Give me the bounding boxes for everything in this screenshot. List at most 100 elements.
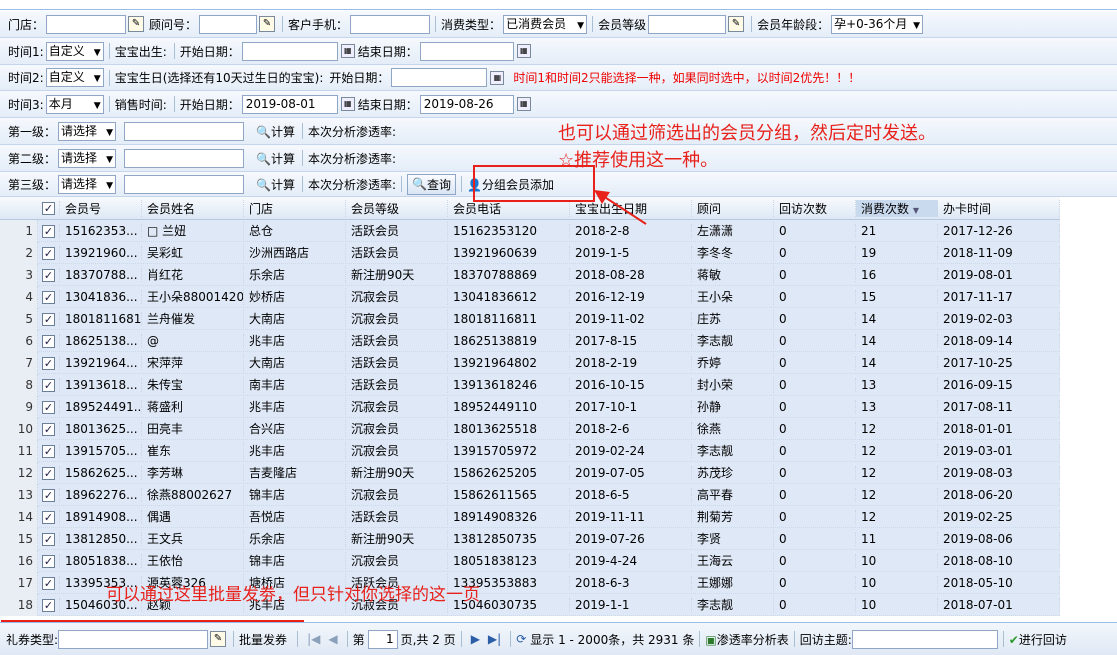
store-input[interactable] <box>46 14 127 34</box>
row-checkbox[interactable]: ✓ <box>38 597 60 612</box>
col-level[interactable]: 会员等级 <box>346 199 448 217</box>
calendar-icon[interactable]: ▦ <box>340 44 355 58</box>
row-checkbox[interactable]: ✓ <box>38 465 60 480</box>
table-cell: 孙静 <box>692 398 774 415</box>
col-consume-count[interactable]: 消费次数 ▼ <box>856 199 938 217</box>
consultant-picker-icon[interactable]: ✎ <box>259 16 276 32</box>
time3-end-input[interactable]: 2019-08-26 <box>419 94 514 114</box>
table-row[interactable]: 4 ✓ 13041836... 王小朵88001420 妙桥店 沉寂会员 130418366… <box>0 285 1060 308</box>
table-cell: 沉寂会员 <box>346 420 448 437</box>
table-cell: 2018-06-20 <box>938 487 1060 502</box>
calendar-icon[interactable]: ▦ <box>516 97 531 111</box>
table-cell: 0 <box>774 487 856 502</box>
analysis-button[interactable]: ▣渗透率分析表 <box>705 631 788 648</box>
time1-end-input[interactable] <box>419 41 514 61</box>
select-all-checkbox[interactable]: ✓ <box>38 201 60 215</box>
table-cell: 2017-10-1 <box>570 399 692 414</box>
table-cell: 16 <box>856 267 938 282</box>
calendar-icon[interactable]: ▦ <box>340 97 355 111</box>
row-checkbox[interactable]: ✓ <box>38 267 60 282</box>
table-row[interactable]: 13 ✓ 18962276... 徐燕88002627 锦丰店 沉寂会员 158626115… <box>0 483 1060 506</box>
row-checkbox[interactable]: ✓ <box>38 245 60 260</box>
table-row[interactable]: 9 ✓ 189524491... 蒋盛利 兆丰店 沉寂会员 18952449110 2017-… <box>0 395 1060 418</box>
time1-start-input[interactable] <box>241 41 338 61</box>
row-checkbox[interactable]: ✓ <box>38 223 60 238</box>
row-checkbox[interactable]: ✓ <box>38 575 60 590</box>
row-checkbox[interactable]: ✓ <box>38 399 60 414</box>
age-select[interactable]: 孕+0-36个月 ▼ <box>831 14 924 34</box>
table-row[interactable]: 3 ✓ 18370788... 肖红花 乐余店 新注册90天 18370788869 2018… <box>0 263 1060 286</box>
row-checkbox[interactable]: ✓ <box>38 355 60 370</box>
table-row[interactable]: 6 ✓ 18625138... @ 兆丰店 活跃会员 18625138819 2017-8-1… <box>0 329 1060 352</box>
coupon-type-input[interactable] <box>58 629 209 649</box>
row-checkbox[interactable]: ✓ <box>38 509 60 524</box>
time3-field-label: 销售时间: <box>114 97 167 112</box>
col-consultant[interactable]: 顾问 <box>692 199 774 217</box>
level1-rate-label: 本次分析渗透率: <box>307 124 397 139</box>
row-checkbox[interactable]: ✓ <box>38 531 60 546</box>
row-checkbox[interactable]: ✓ <box>38 289 60 304</box>
level3-calc-button[interactable]: 🔍计算 <box>256 176 295 193</box>
col-store[interactable]: 门店 <box>244 199 346 217</box>
visit-button[interactable]: ✔进行回访 <box>1009 631 1067 648</box>
time3-start-input[interactable]: 2019-08-01 <box>241 94 338 114</box>
col-phone[interactable]: 会员电话 <box>448 199 570 217</box>
level1-input[interactable] <box>124 121 245 141</box>
coupon-picker-icon[interactable]: ✎ <box>210 631 227 647</box>
time2-start-input[interactable] <box>391 68 488 87</box>
topic-input[interactable] <box>851 629 998 649</box>
next-page-icon[interactable]: ▶ <box>471 632 480 646</box>
table-row[interactable]: 14 ✓ 18914908... 偶遇 吾悦店 活跃会员 18914908326 2019-1… <box>0 505 1060 528</box>
query-button[interactable]: 🔍 查询 <box>407 173 456 195</box>
batch-issue-button[interactable]: 批量发券 <box>239 631 287 648</box>
level-input[interactable] <box>648 14 727 34</box>
row-checkbox[interactable]: ✓ <box>38 377 60 392</box>
table-row[interactable]: 1 ✓ 15162353... □ 兰妞 总仓 活跃会员 15162353120 2018-2… <box>0 219 1060 242</box>
table-row[interactable]: 15 ✓ 13812850... 王文兵 乐余店 新注册90天 13812850735 201… <box>0 527 1060 550</box>
calendar-icon[interactable]: ▦ <box>490 70 505 85</box>
level1-calc-button[interactable]: 🔍计算 <box>256 123 295 140</box>
table-row[interactable]: 2 ✓ 13921960... 吴彩虹 沙洲西路店 活跃会员 13921960639 2019… <box>0 241 1060 264</box>
row-checkbox[interactable]: ✓ <box>38 553 60 568</box>
consultant-input[interactable] <box>199 14 258 34</box>
col-member-name[interactable]: 会员姓名 <box>142 199 244 217</box>
level3-input[interactable] <box>124 174 245 194</box>
row-checkbox[interactable]: ✓ <box>38 421 60 436</box>
table-row[interactable]: 12 ✓ 15862625... 李芳琳 吉麦隆店 新注册90天 15862625205 20… <box>0 461 1060 484</box>
table-cell: □ 兰妞 <box>142 222 244 239</box>
table-row[interactable]: 11 ✓ 13915705... 崔东 兆丰店 沉寂会员 13915705972 2019-0… <box>0 439 1060 462</box>
time3-mode-select[interactable]: 本月 ▼ <box>45 94 104 114</box>
table-row[interactable]: 5 ✓ 18018116811 兰舟催发 大南店 沉寂会员 18018116811 2019-… <box>0 307 1060 330</box>
col-card-date[interactable]: 办卡时间 <box>938 199 1060 217</box>
level-picker-icon[interactable]: ✎ <box>728 16 745 32</box>
refresh-icon[interactable]: ⟳ <box>516 632 526 646</box>
table-row[interactable]: 16 ✓ 18051838... 王依怡 锦丰店 沉寂会员 18051838123 2019-… <box>0 549 1060 572</box>
col-visit-count[interactable]: 回访次数 <box>774 199 856 217</box>
time1-mode-select[interactable]: 自定义 ▼ <box>45 41 104 61</box>
divider <box>1002 631 1004 647</box>
level2-input[interactable] <box>124 148 245 168</box>
row-checkbox[interactable]: ✓ <box>38 311 60 326</box>
row-checkbox[interactable]: ✓ <box>38 443 60 458</box>
prev-page-icon[interactable]: ◀ <box>328 632 337 646</box>
divider <box>592 16 594 32</box>
table-cell: 18051838... <box>60 553 142 568</box>
calendar-icon[interactable]: ▦ <box>516 44 531 58</box>
last-page-icon[interactable]: ▶| <box>488 632 501 646</box>
time2-mode-select[interactable]: 自定义 ▼ <box>45 68 104 87</box>
level3-select[interactable]: 请选择 ▼ <box>58 174 117 194</box>
level2-calc-button[interactable]: 🔍计算 <box>256 150 295 167</box>
col-member-no[interactable]: 会员号 <box>60 199 142 217</box>
level1-select[interactable]: 请选择 ▼ <box>58 121 117 141</box>
store-picker-icon[interactable]: ✎ <box>128 16 145 32</box>
table-row[interactable]: 8 ✓ 13913618... 朱传宝 南丰店 活跃会员 13913618246 2016-1… <box>0 373 1060 396</box>
consume-type-select[interactable]: 已消费会员 ▼ <box>503 14 588 34</box>
row-checkbox[interactable]: ✓ <box>38 487 60 502</box>
first-page-icon[interactable]: |◀ <box>307 632 320 646</box>
row-checkbox[interactable]: ✓ <box>38 333 60 348</box>
level2-select[interactable]: 请选择 ▼ <box>58 148 117 168</box>
table-row[interactable]: 10 ✓ 18013625... 田亮丰 合兴店 沉寂会员 18013625518 2018-… <box>0 417 1060 440</box>
table-row[interactable]: 7 ✓ 13921964... 宋萍萍 大南店 活跃会员 13921964802 2018-2… <box>0 351 1060 374</box>
phone-input[interactable] <box>350 14 431 34</box>
page-input[interactable]: 1 <box>367 629 398 649</box>
